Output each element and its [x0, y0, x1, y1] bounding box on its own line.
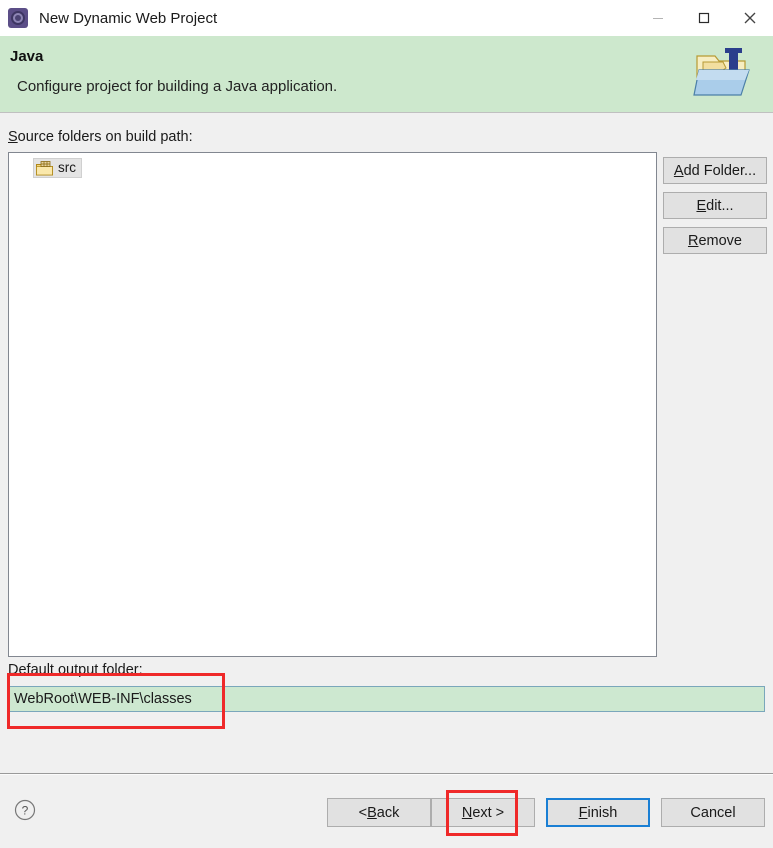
minimize-icon[interactable] — [635, 0, 681, 36]
source-package-folder-icon — [36, 160, 53, 176]
edit-button-mnemonic: E — [696, 197, 707, 214]
window-title: New Dynamic Web Project — [39, 9, 218, 27]
close-icon[interactable] — [727, 0, 773, 36]
cancel-button[interactable]: Cancel — [661, 798, 765, 827]
default-output-folder-label-text: efault output folder: — [18, 662, 143, 678]
next-button-label: ext > — [472, 804, 505, 821]
default-output-folder-input[interactable] — [8, 686, 765, 712]
cancel-button-label: Cancel — [690, 804, 736, 821]
source-folders-label-mnemonic: S — [8, 129, 18, 145]
source-folders-list[interactable]: src — [8, 152, 657, 657]
wizard-page-header: Java Configure project for building a Ja… — [0, 36, 773, 113]
page-description: Configure project for building a Java ap… — [17, 78, 338, 95]
back-button-prefix: < — [358, 804, 368, 821]
eclipse-wizard-icon — [8, 8, 28, 28]
svg-text:?: ? — [22, 804, 29, 818]
add-folder-button-label: dd Folder... — [683, 162, 757, 179]
edit-button[interactable]: Edit... — [663, 192, 767, 219]
finish-button-mnemonic: F — [578, 804, 588, 821]
source-folders-label-text: ource folders on build path: — [17, 129, 193, 145]
remove-button-label: emove — [698, 232, 742, 249]
add-folder-button[interactable]: Add Folder... — [663, 157, 767, 184]
help-question-icon[interactable]: ? — [14, 799, 36, 821]
footer-separator — [0, 773, 773, 775]
back-button-label: ack — [376, 804, 400, 821]
remove-button-mnemonic: R — [687, 232, 699, 249]
window-controls — [635, 0, 773, 36]
default-output-folder-label-mnemonic: D — [8, 662, 19, 678]
list-item-label: src — [58, 160, 76, 176]
next-button[interactable]: Next > — [431, 798, 535, 827]
finish-button-label: inish — [587, 804, 618, 821]
java-build-path-folder-icon — [693, 42, 755, 102]
default-output-folder-label: Default output folder: — [8, 662, 143, 678]
maximize-icon[interactable] — [681, 0, 727, 36]
back-button-mnemonic: B — [367, 804, 377, 821]
back-button[interactable]: < Back — [327, 798, 431, 827]
edit-button-label: dit... — [706, 197, 734, 214]
list-item[interactable]: src — [33, 158, 82, 178]
page-title: Java — [10, 48, 44, 65]
finish-button[interactable]: Finish — [546, 798, 650, 827]
next-button-mnemonic: N — [461, 804, 473, 821]
new-dynamic-web-project-dialog: New Dynamic Web Project Java Configure p… — [0, 0, 773, 848]
remove-button[interactable]: Remove — [663, 227, 767, 254]
title-bar: New Dynamic Web Project — [0, 0, 773, 36]
source-folders-label: Source folders on build path: — [8, 129, 193, 145]
add-folder-button-mnemonic: A — [673, 162, 684, 179]
